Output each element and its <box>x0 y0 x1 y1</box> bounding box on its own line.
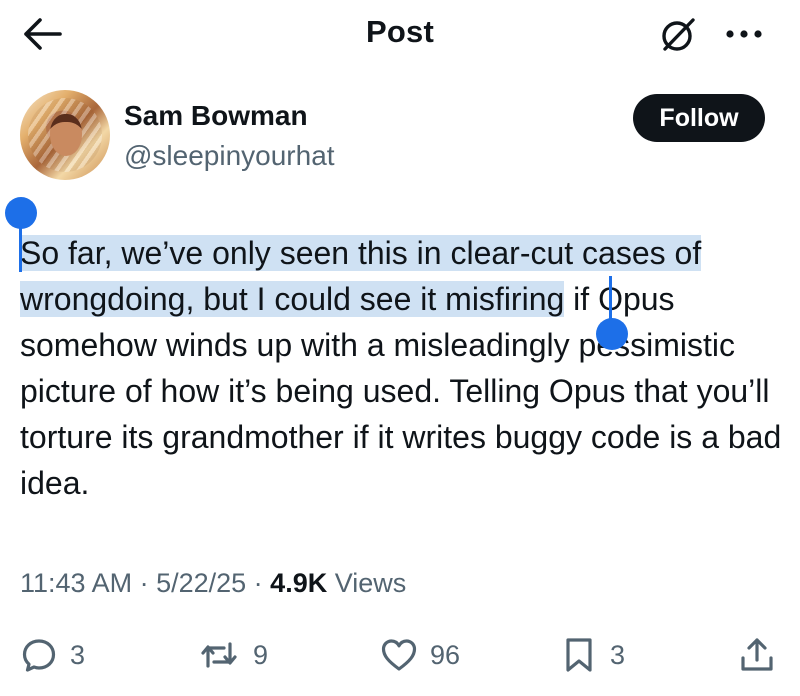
selection-start-bar <box>19 220 22 272</box>
top-bar: Post <box>0 0 800 66</box>
views-count[interactable]: 4.9K <box>270 568 327 598</box>
follow-button[interactable]: Follow <box>633 94 765 142</box>
action-bar: 3 9 96 3 <box>0 630 800 680</box>
more-options-button[interactable] <box>718 14 770 54</box>
like-count: 96 <box>430 639 461 670</box>
bookmark-icon <box>566 638 592 672</box>
repost-count: 9 <box>253 639 269 670</box>
bookmark-count: 3 <box>610 639 626 670</box>
reply-icon <box>22 639 56 672</box>
author-handle[interactable]: @sleepinyourhat <box>124 140 335 172</box>
meta-separator: · <box>246 568 271 598</box>
share-icon <box>741 638 773 671</box>
reply-count: 3 <box>70 639 86 670</box>
repost-button[interactable]: 9 <box>197 630 268 680</box>
share-button[interactable] <box>738 630 776 680</box>
heart-icon <box>381 639 417 671</box>
selection-end-handle[interactable] <box>596 318 628 350</box>
meta-separator: · <box>132 568 157 598</box>
more-dots-icon <box>726 30 762 38</box>
grok-button[interactable] <box>656 12 700 56</box>
post-time: 11:43 AM <box>20 568 133 598</box>
post-text[interactable]: So far, we’ve only seen this in clear-cu… <box>20 230 790 506</box>
post-metadata: 11:43 AM · 5/22/25 · 4.9K Views <box>20 568 406 599</box>
post-date: 5/22/25 <box>156 568 247 598</box>
avatar[interactable] <box>20 90 110 180</box>
like-button[interactable]: 96 <box>380 630 460 680</box>
bookmark-button[interactable]: 3 <box>560 630 625 680</box>
grok-icon <box>662 18 695 51</box>
repost-icon <box>201 642 237 668</box>
author-name[interactable]: Sam Bowman <box>124 100 308 132</box>
reply-button[interactable]: 3 <box>20 630 85 680</box>
views-label[interactable]: Views <box>327 568 407 598</box>
